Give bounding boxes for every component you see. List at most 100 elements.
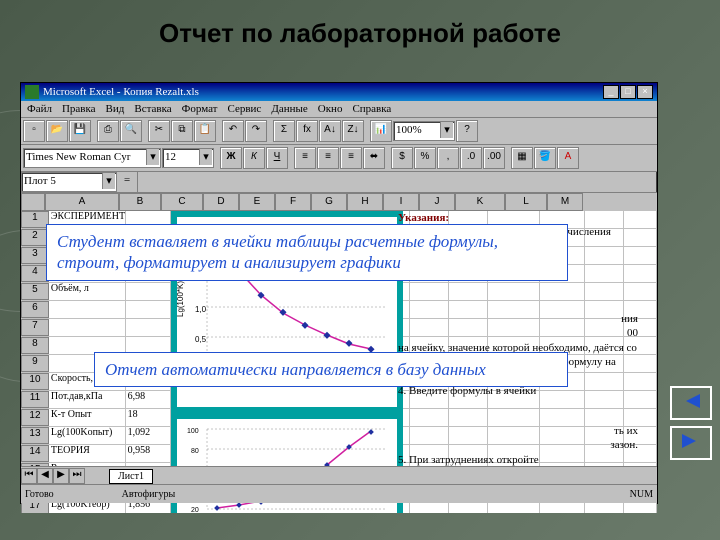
prev-slide-button[interactable]: [670, 386, 712, 420]
redo-icon[interactable]: ↷: [245, 120, 267, 142]
row-header[interactable]: 3: [21, 247, 49, 264]
row-header[interactable]: 6: [21, 301, 49, 318]
font-size-combo[interactable]: 12: [162, 148, 214, 168]
row-header[interactable]: 13: [21, 427, 49, 444]
print-icon[interactable]: ⎙: [97, 120, 119, 142]
align-left-icon[interactable]: ≡: [294, 147, 316, 169]
fx-label: =: [117, 172, 138, 192]
zoom-combo[interactable]: 100%: [393, 121, 455, 141]
sum-icon[interactable]: Σ: [273, 120, 295, 142]
next-slide-button[interactable]: [670, 426, 712, 460]
sheet-tabs: ⏮ ◀ ▶ ⏭ Лист1: [21, 466, 657, 485]
menu-view[interactable]: Вид: [106, 103, 125, 115]
menu-file[interactable]: Файл: [27, 103, 52, 115]
open-icon[interactable]: 📂: [46, 120, 68, 142]
bold-icon[interactable]: Ж: [220, 147, 242, 169]
preview-icon[interactable]: 🔍: [120, 120, 142, 142]
cut-icon[interactable]: ✂: [148, 120, 170, 142]
col-header[interactable]: E: [239, 193, 275, 211]
col-header[interactable]: L: [505, 193, 547, 211]
callout-2: Отчет автоматически направляется в базу …: [94, 352, 568, 387]
copy-icon[interactable]: ⧉: [171, 120, 193, 142]
col-header[interactable]: I: [383, 193, 419, 211]
row-header[interactable]: 1: [21, 211, 49, 228]
column-headers: ABCDEFGHIJKLM: [21, 193, 657, 211]
col-header[interactable]: B: [119, 193, 161, 211]
undo-icon[interactable]: ↶: [222, 120, 244, 142]
merge-icon[interactable]: ⬌: [363, 147, 385, 169]
underline-icon[interactable]: Ч: [266, 147, 288, 169]
row-header[interactable]: 12: [21, 409, 49, 426]
svg-text:100: 100: [187, 428, 199, 435]
maximize-button[interactable]: □: [620, 85, 636, 99]
menu-insert[interactable]: Вставка: [134, 103, 171, 115]
dec-decimal-icon[interactable]: .00: [483, 147, 505, 169]
autoshapes-button[interactable]: Автофигуры: [122, 489, 176, 500]
sort-desc-icon[interactable]: Z↓: [342, 120, 364, 142]
fx-icon[interactable]: fx: [296, 120, 318, 142]
help-icon[interactable]: ?: [456, 120, 478, 142]
inc-decimal-icon[interactable]: .0: [460, 147, 482, 169]
row-header[interactable]: 4: [21, 265, 49, 282]
new-icon[interactable]: ▫: [23, 120, 45, 142]
name-box[interactable]: Плот 5: [21, 172, 117, 192]
menu-edit[interactable]: Правка: [62, 103, 96, 115]
italic-icon[interactable]: К: [243, 147, 265, 169]
comma-icon[interactable]: ,: [437, 147, 459, 169]
app-icon: [25, 85, 39, 99]
sort-asc-icon[interactable]: A↓: [319, 120, 341, 142]
col-header[interactable]: C: [161, 193, 203, 211]
instructions-heading: Указания:: [398, 212, 449, 224]
font-name-combo[interactable]: Times New Roman Cyr: [23, 148, 161, 168]
svg-text:1,0: 1,0: [195, 305, 207, 314]
menu-format[interactable]: Формат: [182, 103, 218, 115]
chart-icon[interactable]: 📊: [370, 120, 392, 142]
sheet-tab[interactable]: Лист1: [109, 469, 153, 484]
tab-nav-first-icon[interactable]: ⏮: [21, 468, 37, 484]
close-button[interactable]: ×: [637, 85, 653, 99]
row-header[interactable]: 14: [21, 445, 49, 462]
menu-help[interactable]: Справка: [352, 103, 391, 115]
tab-nav-next-icon[interactable]: ▶: [53, 468, 69, 484]
svg-text:0,5: 0,5: [195, 335, 207, 344]
formula-bar: Плот 5 =: [21, 172, 657, 193]
col-header[interactable]: F: [275, 193, 311, 211]
save-icon[interactable]: 💾: [69, 120, 91, 142]
col-header[interactable]: A: [45, 193, 119, 211]
col-header[interactable]: D: [203, 193, 239, 211]
currency-icon[interactable]: $: [391, 147, 413, 169]
paste-icon[interactable]: 📋: [194, 120, 216, 142]
callout-1: Студент вставляет в ячейки таблицы расче…: [46, 224, 568, 281]
status-num: NUM: [630, 489, 653, 500]
tab-nav-prev-icon[interactable]: ◀: [37, 468, 53, 484]
font-color-icon[interactable]: A: [557, 147, 579, 169]
align-center-icon[interactable]: ≡: [317, 147, 339, 169]
col-header[interactable]: K: [455, 193, 505, 211]
row-header[interactable]: 9: [21, 355, 49, 372]
svg-text:20: 20: [191, 507, 199, 513]
row-header[interactable]: 7: [21, 319, 49, 336]
col-header[interactable]: G: [311, 193, 347, 211]
percent-icon[interactable]: %: [414, 147, 436, 169]
row-header[interactable]: 10: [21, 373, 49, 390]
align-right-icon[interactable]: ≡: [340, 147, 362, 169]
svg-text:Lg(100*K): Lg(100*K): [177, 281, 185, 317]
row-header[interactable]: 2: [21, 229, 49, 246]
borders-icon[interactable]: ▦: [511, 147, 533, 169]
window-title: Microsoft Excel - Копия Rezalt.xls: [43, 86, 199, 98]
status-bar: Готово Автофигуры NUM: [21, 484, 657, 503]
row-header[interactable]: 8: [21, 337, 49, 354]
menu-data[interactable]: Данные: [271, 103, 307, 115]
menu-window[interactable]: Окно: [318, 103, 343, 115]
row-header[interactable]: 11: [21, 391, 49, 408]
format-toolbar: Times New Roman Cyr 12 Ж К Ч ≡ ≡ ≡ ⬌ $ %…: [21, 145, 657, 172]
col-header[interactable]: J: [419, 193, 455, 211]
menu-tools[interactable]: Сервис: [228, 103, 262, 115]
standard-toolbar: ▫ 📂 💾 ⎙ 🔍 ✂ ⧉ 📋 ↶ ↷ Σ fx A↓ Z↓ 📊 100% ?: [21, 118, 657, 145]
row-header[interactable]: 5: [21, 283, 49, 300]
fill-color-icon[interactable]: 🪣: [534, 147, 556, 169]
col-header[interactable]: H: [347, 193, 383, 211]
col-header[interactable]: M: [547, 193, 583, 211]
minimize-button[interactable]: _: [603, 85, 619, 99]
tab-nav-last-icon[interactable]: ⏭: [69, 468, 85, 484]
